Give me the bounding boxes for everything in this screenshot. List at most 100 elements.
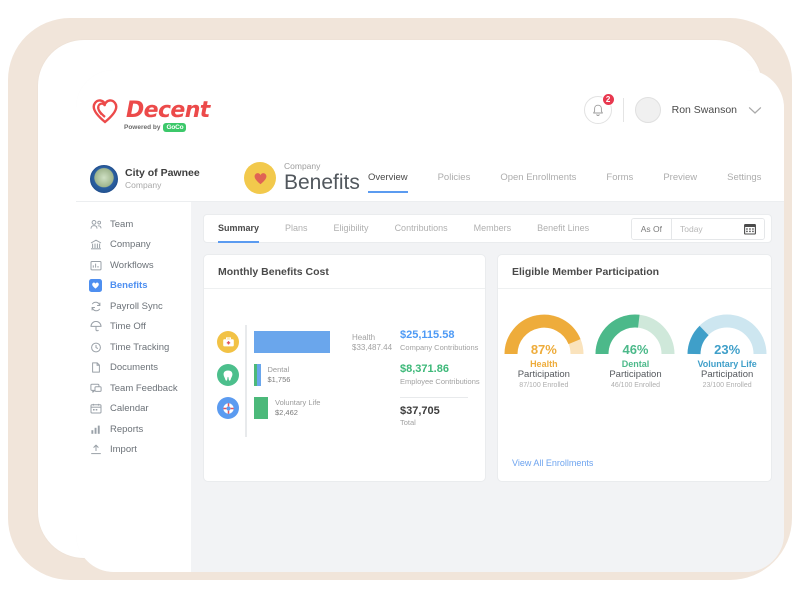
- gauge-voluntary-life-arc: 23%: [687, 311, 767, 357]
- goco-badge: GoCo: [163, 123, 187, 132]
- cost-summary: $25,115.58 Company Contributions $8,371.…: [400, 329, 480, 438]
- sidebar-label-payroll-sync: Payroll Sync: [110, 300, 163, 312]
- subtab-benefit-lines[interactable]: Benefit Lines: [537, 214, 589, 243]
- gauge-dental-enrolled: 46/100 Enrolled: [610, 381, 660, 389]
- bar-chart-icons: [217, 325, 239, 437]
- tab-preview[interactable]: Preview: [663, 172, 697, 193]
- sidebar-item-import[interactable]: Import: [76, 440, 191, 461]
- gauge-dental-arc: 46%: [595, 311, 675, 357]
- total-label: Total: [400, 418, 416, 428]
- sidebar-item-calendar[interactable]: Calendar: [76, 399, 191, 420]
- bar-dental: [254, 363, 261, 386]
- notifications-button[interactable]: 2: [583, 93, 615, 124]
- tab-settings[interactable]: Settings: [727, 172, 761, 193]
- bank-icon: [89, 238, 102, 251]
- participation-card-body: 87% Health Participation 87/100 Enrolled: [498, 289, 771, 481]
- sidebar-label-benefits: Benefits: [110, 280, 148, 292]
- gauge-voluntary-life-name: Voluntary Life: [697, 359, 757, 369]
- gauge-health-name: Health: [530, 359, 558, 369]
- bar-row-dental: Dental $1,756: [254, 358, 330, 391]
- sidebar-label-workflows: Workflows: [110, 259, 154, 271]
- gauge-dental-value: 46%: [622, 342, 649, 357]
- as-of-input[interactable]: Today: [672, 219, 744, 239]
- benefits-icon: [89, 279, 102, 293]
- sidebar-label-time-off: Time Off: [110, 321, 146, 333]
- tab-forms[interactable]: Forms: [606, 172, 633, 193]
- gauge-voluntary-life-enrolled: 23/100 Enrolled: [702, 381, 752, 389]
- gauge-dental-name: Dental: [621, 359, 650, 369]
- sidebar-label-team: Team: [110, 218, 134, 230]
- participation-card-title: Eligible Member Participation: [498, 255, 771, 289]
- sub-tabs: Summary Plans Eligibility Contributions …: [203, 214, 772, 243]
- city-of-pawnee-seal-icon: [90, 165, 118, 193]
- medkit-icon: [217, 331, 239, 353]
- bar-value-voluntary-life: $2,462: [275, 407, 298, 417]
- page-title-eyebrow: Company: [284, 161, 321, 172]
- company-identity[interactable]: City of Pawnee Company: [90, 165, 200, 193]
- top-bar-actions: 2 Ron Swanson: [583, 93, 762, 124]
- chart-bars-icon: [89, 423, 102, 436]
- sidebar-label-reports: Reports: [110, 423, 144, 435]
- participation-gauges: 87% Health Participation 87/100 Enrolled: [498, 311, 773, 389]
- total-amount: $37,705: [400, 404, 440, 417]
- clock-icon: [89, 341, 102, 354]
- employee-contributions-amount: $8,371.86: [400, 362, 449, 375]
- calendar-picker-icon[interactable]: [744, 219, 764, 239]
- view-all-enrollments-link[interactable]: View All Enrollments: [512, 458, 593, 468]
- tab-overview[interactable]: Overview: [368, 172, 408, 193]
- app-window: Decent Powered by GoCo 2 Ron Swanson Cit…: [76, 70, 784, 572]
- chevron-down-icon[interactable]: [748, 103, 762, 118]
- sidebar-item-benefits[interactable]: Benefits: [76, 276, 191, 297]
- sidebar-item-documents[interactable]: Documents: [76, 358, 191, 379]
- as-of-label: As Of: [631, 219, 672, 239]
- tooth-icon: [217, 364, 239, 386]
- sidebar-item-time-tracking[interactable]: Time Tracking: [76, 337, 191, 358]
- subtab-members[interactable]: Members: [474, 214, 512, 243]
- life-ring-icon: [217, 397, 239, 419]
- page-title: Company Benefits: [244, 162, 360, 194]
- subtab-contributions[interactable]: Contributions: [395, 214, 448, 243]
- subtab-eligibility[interactable]: Eligibility: [334, 214, 369, 243]
- gauge-health-sublabel: Participation: [517, 369, 570, 380]
- cost-highlight-value: $33,487.44: [352, 343, 393, 353]
- sidebar-item-reports[interactable]: Reports: [76, 419, 191, 440]
- gauge-voluntary-life-sublabel: Participation: [701, 369, 754, 380]
- decent-heart-logo-icon: [90, 96, 120, 124]
- tab-open-enrollments[interactable]: Open Enrollments: [500, 172, 576, 193]
- benefits-heart-icon: [244, 162, 276, 194]
- cost-highlight: Health $33,487.44: [352, 333, 392, 354]
- sidebar-item-workflows[interactable]: Workflows: [76, 255, 191, 276]
- sidebar-label-import: Import: [110, 444, 137, 456]
- sidebar-item-company[interactable]: Company: [76, 235, 191, 256]
- main-tabs: Overview Policies Open Enrollments Forms…: [368, 172, 784, 193]
- umbrella-icon: [89, 320, 102, 333]
- sidebar-item-time-off[interactable]: Time Off: [76, 317, 191, 338]
- tab-policies[interactable]: Policies: [438, 172, 471, 193]
- bar-label-voluntary-life: Voluntary Life $2,462: [275, 398, 320, 417]
- page-title-text: Benefits: [284, 170, 360, 194]
- top-bar: Decent Powered by GoCo 2 Ron Swanson: [76, 70, 784, 158]
- sidebar-label-calendar: Calendar: [110, 403, 149, 415]
- monthly-benefits-cost-card: Monthly Benefits Cost Dental $1,756 Volu…: [203, 254, 486, 482]
- sidebar-label-documents: Documents: [110, 362, 159, 374]
- employee-contributions-label: Employee Contributions: [400, 376, 480, 386]
- gauge-health-arc: 87%: [504, 311, 584, 357]
- sidebar-item-payroll-sync[interactable]: Payroll Sync: [76, 296, 191, 317]
- powered-by-label: Powered by: [124, 124, 161, 131]
- cost-highlight-name: Health: [352, 333, 376, 342]
- gauge-dental-sublabel: Participation: [609, 369, 662, 380]
- bar-name-voluntary-life: Voluntary Life: [275, 398, 321, 408]
- subtab-plans[interactable]: Plans: [285, 214, 308, 243]
- sidebar: Team Company Workflows Benefits Payroll …: [76, 202, 191, 572]
- gauge-health-value: 87%: [530, 342, 557, 357]
- as-of-filter: As Of Today: [630, 218, 765, 240]
- avatar[interactable]: [634, 97, 661, 123]
- device-frame: Decent Powered by GoCo 2 Ron Swanson Cit…: [8, 18, 792, 580]
- sidebar-item-team-feedback[interactable]: Team Feedback: [76, 378, 191, 399]
- subtab-summary[interactable]: Summary: [218, 214, 259, 243]
- bar-row-voluntary-life: Voluntary Life $2,462: [254, 391, 330, 424]
- brand-logo[interactable]: Decent Powered by GoCo: [90, 96, 210, 132]
- sidebar-item-team[interactable]: Team: [76, 214, 191, 235]
- cost-card-title: Monthly Benefits Cost: [204, 255, 485, 289]
- bar-label-dental: Dental $1,756: [268, 365, 291, 384]
